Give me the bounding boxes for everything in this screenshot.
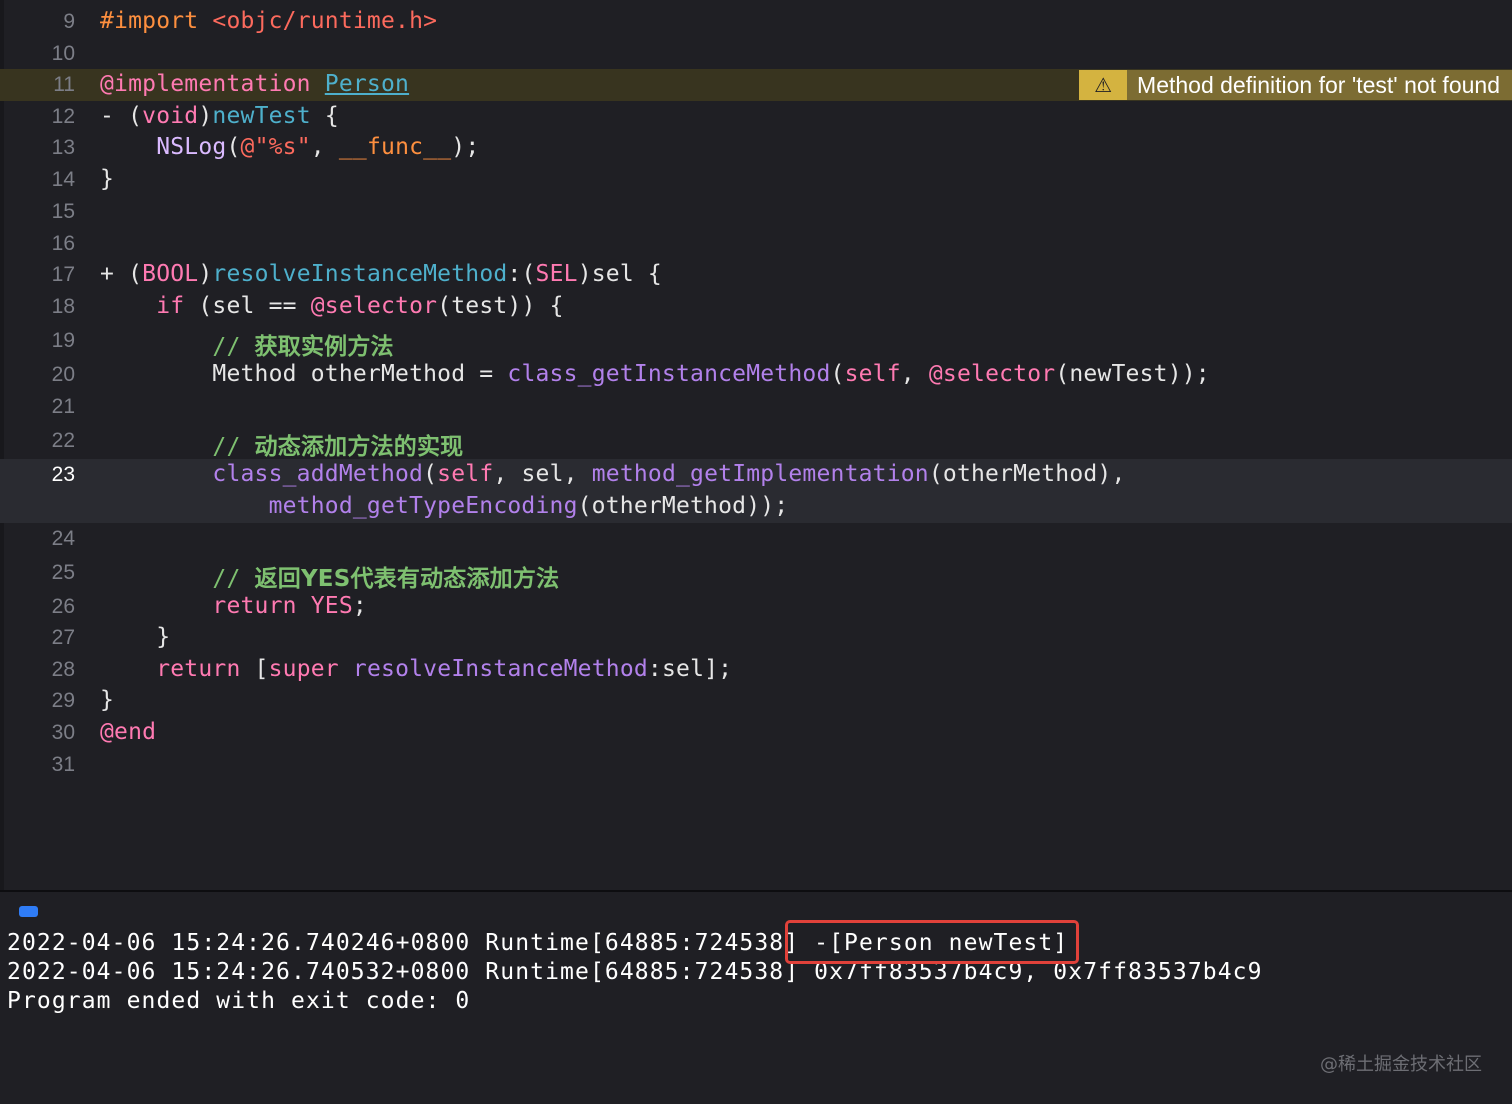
watermark: @稀土掘金技术社区: [1320, 1054, 1482, 1075]
code-line-9[interactable]: 9 #import <objc/runtime.h>: [0, 6, 1512, 38]
line-number: 11: [53, 73, 75, 96]
line-number: 28: [51, 658, 75, 681]
console-line: Program ended with exit code: 0: [7, 988, 471, 1014]
code-line-27[interactable]: 27 }: [0, 622, 1512, 654]
code-line-20[interactable]: 20 Method otherMethod = class_getInstanc…: [0, 359, 1512, 391]
code-line-17[interactable]: 17 + (BOOL)resolveInstanceMethod:(SEL)se…: [0, 259, 1512, 291]
code-line-26[interactable]: 26 return YES;: [0, 591, 1512, 623]
code-text: // 动态添加方法的实现: [212, 434, 464, 460]
line-number: 12: [51, 105, 75, 128]
line-number: 20: [51, 363, 75, 386]
line-number: 16: [51, 232, 75, 255]
code-line-15[interactable]: 15: [0, 196, 1512, 228]
line-number: 14: [51, 168, 75, 191]
code-line-13[interactable]: 13 NSLog(@"%s", __func__);: [0, 132, 1512, 164]
code-text: return [super resolveInstanceMethod:sel]…: [156, 656, 733, 682]
code-line-28[interactable]: 28 return [super resolveInstanceMethod:s…: [0, 654, 1512, 686]
code-line-31[interactable]: 31: [0, 749, 1512, 781]
line-number: 29: [51, 689, 75, 712]
debug-console[interactable]: 2022-04-06 15:24:26.740246+0800 Runtime[…: [0, 930, 1512, 1104]
code-line-22[interactable]: 22 // 动态添加方法的实现: [0, 425, 1512, 460]
code-text: if (sel == @selector(test)) {: [156, 293, 564, 319]
code-text: }: [100, 687, 115, 713]
highlight-annotation-box: [785, 920, 1079, 964]
line-number: 15: [51, 200, 75, 223]
code-text: }: [156, 624, 171, 650]
line-number: 25: [51, 561, 75, 584]
code-line-16[interactable]: 16: [0, 228, 1512, 260]
code-line-14[interactable]: 14 }: [0, 164, 1512, 196]
code-line-10[interactable]: 10: [0, 38, 1512, 70]
code-text: #import <objc/runtime.h>: [100, 8, 438, 34]
line-number: 21: [51, 395, 75, 418]
code-line-29[interactable]: 29 }: [0, 685, 1512, 717]
code-text: class_addMethod(self, sel, method_getImp…: [212, 461, 1126, 487]
line-number: 9: [63, 10, 75, 33]
code-text: // 返回YES代表有动态添加方法: [212, 566, 560, 592]
console-toggle-icon[interactable]: [19, 906, 38, 917]
code-text: Method otherMethod = class_getInstanceMe…: [212, 361, 1210, 387]
line-number: 23: [51, 463, 75, 486]
line-number: 10: [51, 42, 75, 65]
line-number: 19: [51, 329, 75, 352]
code-text-wrapped: method_getTypeEncoding(otherMethod));: [268, 493, 789, 519]
code-text: return YES;: [212, 593, 367, 619]
code-text: @implementation Person: [100, 71, 410, 97]
line-number: 27: [51, 626, 75, 649]
line-number: 22: [51, 429, 75, 452]
line-number: 30: [51, 721, 75, 744]
code-editor[interactable]: 9 #import <objc/runtime.h> 10 11 @implem…: [0, 0, 1512, 890]
code-text: - (void)newTest {: [100, 103, 339, 129]
warning-triangle-icon: ⚠: [1079, 70, 1128, 100]
line-number: 17: [51, 263, 75, 286]
warning-message: Method definition for 'test' not found: [1137, 71, 1500, 98]
console-toolbar: [0, 892, 1512, 931]
code-line-19[interactable]: 19 // 获取实例方法: [0, 325, 1512, 360]
code-line-23-current[interactable]: 23 class_addMethod(self, sel, method_get…: [0, 459, 1512, 523]
line-number: 31: [51, 753, 75, 776]
code-text: @end: [100, 719, 157, 745]
line-number: 18: [51, 295, 75, 318]
line-number: 24: [51, 527, 75, 550]
code-text: NSLog(@"%s", __func__);: [156, 134, 480, 160]
code-line-18[interactable]: 18 if (sel == @selector(test)) {: [0, 291, 1512, 323]
code-line-30[interactable]: 30 @end: [0, 717, 1512, 749]
code-text: // 获取实例方法: [212, 334, 394, 360]
line-number: 13: [51, 136, 75, 159]
code-line-21[interactable]: 21: [0, 391, 1512, 423]
line-number: 26: [51, 595, 75, 618]
code-line-24[interactable]: 24: [0, 523, 1512, 555]
code-line-25[interactable]: 25 // 返回YES代表有动态添加方法: [0, 557, 1512, 592]
code-line-12[interactable]: 12 - (void)newTest {: [0, 101, 1512, 133]
code-text: }: [100, 166, 115, 192]
warning-badge[interactable]: ⚠ Method definition for 'test' not found: [1079, 70, 1512, 100]
code-text: + (BOOL)resolveInstanceMethod:(SEL)sel {: [100, 261, 662, 287]
